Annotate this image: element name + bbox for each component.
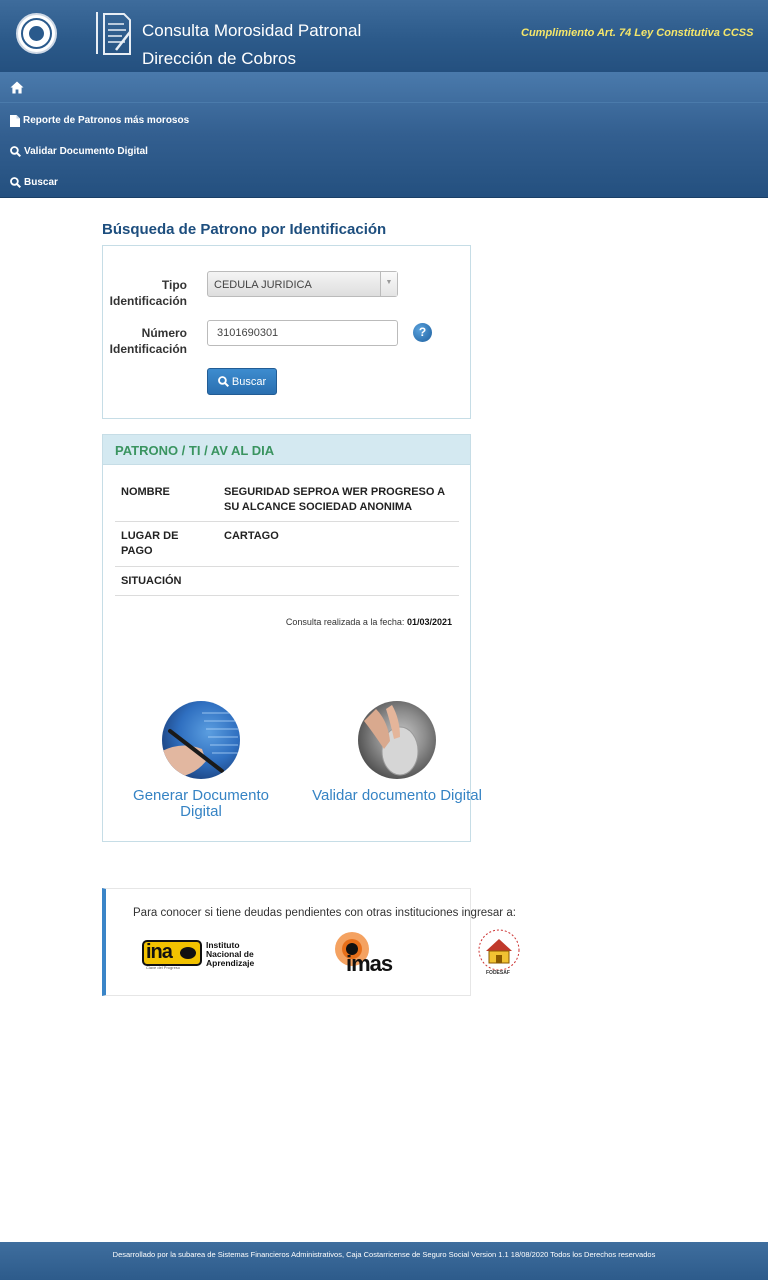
- result-value: CARTAGO: [224, 530, 279, 542]
- buscar-button-label: Buscar: [231, 375, 267, 388]
- ina-mark: ina: [146, 941, 173, 963]
- page-footer: Desarrollado por la subarea de Sistemas …: [0, 1242, 768, 1280]
- nav-item-validar[interactable]: Validar Documento Digital: [0, 136, 768, 167]
- nav-item-label: Validar Documento Digital: [24, 146, 148, 157]
- mouse-hand-icon: [364, 705, 419, 776]
- tipo-identificacion-label: Tipo Identificación: [109, 278, 187, 308]
- imas-mark: imas: [346, 951, 393, 976]
- buscar-button[interactable]: Buscar: [207, 368, 277, 395]
- ina-slogan: Clave del Progreso: [146, 965, 181, 970]
- fodesaf-logo[interactable]: FODESAF: [476, 929, 522, 979]
- search-icon: [217, 376, 229, 387]
- result-key: NOMBRE: [121, 486, 170, 498]
- result-header: PATRONO / TI / AV AL DIA: [103, 435, 470, 465]
- search-icon: [10, 146, 21, 157]
- main-nav: Reporte de Patronos más morosos Validar …: [0, 72, 768, 198]
- chevron-down-icon[interactable]: ▼: [380, 272, 397, 296]
- result-key: LUGAR DE PAGO: [121, 530, 179, 557]
- app-header: Consulta Morosidad Patronal Dirección de…: [0, 0, 768, 72]
- help-icon[interactable]: ?: [413, 323, 432, 342]
- numero-identificacion-input[interactable]: 3101690301: [207, 320, 398, 346]
- fodesaf-mark: FODESAF: [486, 970, 510, 976]
- tipo-identificacion-select[interactable]: CEDULA JURIDICA ▼: [207, 271, 398, 297]
- seal-core: [29, 26, 44, 41]
- header-tagline: Cumplimiento Art. 74 Ley Constitutiva CC…: [521, 27, 754, 39]
- fecha-value: 01/03/2021: [406, 617, 452, 627]
- document-logo-icon: [96, 12, 131, 55]
- search-icon: [10, 177, 21, 188]
- result-row-lugar-pago: LUGAR DE PAGO CARTAGO: [115, 522, 459, 567]
- app-title: Consulta Morosidad Patronal: [142, 21, 362, 40]
- result-value: SEGURIDAD SEPROA WER PROGRESO A SU ALCAN…: [224, 486, 445, 513]
- generar-documento-link[interactable]: Generar Documento Digital: [129, 788, 273, 820]
- result-key: SITUACIÓN: [121, 575, 182, 587]
- nav-item-buscar[interactable]: Buscar: [0, 167, 768, 198]
- page-title: Búsqueda de Patrono por Identificación: [102, 221, 387, 238]
- ina-logo[interactable]: ina Clave del Progreso Instituto Naciona…: [142, 939, 260, 971]
- footer-text: Desarrollado por la subarea de Sistemas …: [112, 1250, 656, 1259]
- nav-home[interactable]: [0, 72, 768, 103]
- numero-identificacion-label: Número Identificación: [109, 326, 187, 356]
- result-panel: PATRONO / TI / AV AL DIA NOMBRE SEGURIDA…: [102, 434, 482, 842]
- app-subtitle: Dirección de Cobros: [142, 49, 297, 68]
- result-row-situacion: SITUACIÓN: [115, 567, 459, 596]
- search-form: Tipo Identificación CEDULA JURIDICA ▼ Nú…: [102, 245, 471, 419]
- pen-on-screen-icon: [162, 712, 238, 779]
- imas-logo[interactable]: imas: [334, 931, 424, 977]
- file-icon: [10, 114, 20, 127]
- result-status-title: PATRONO / TI / AV AL DIA: [115, 443, 275, 458]
- ina-name: Instituto Nacional de Aprendizaje: [206, 940, 255, 968]
- generar-documento-image[interactable]: [162, 701, 240, 779]
- result-row-nombre: NOMBRE SEGURIDAD SEPROA WER PROGRESO A S…: [115, 477, 459, 522]
- validar-documento-link[interactable]: Validar documento Digital: [303, 788, 491, 804]
- nav-item-label: Buscar: [24, 177, 58, 188]
- select-value: CEDULA JURIDICA: [214, 279, 312, 291]
- nav-item-reporte[interactable]: Reporte de Patronos más morosos: [0, 105, 768, 136]
- consulta-fecha: Consulta realizada a la fecha: 01/03/202…: [285, 617, 452, 627]
- nav-item-label: Reporte de Patronos más morosos: [23, 115, 190, 126]
- otras-instituciones-text: Para conocer si tiene deudas pendientes …: [133, 907, 516, 919]
- otras-instituciones-panel: Para conocer si tiene deudas pendientes …: [102, 888, 520, 996]
- fodesaf-house-icon: [478, 929, 520, 971]
- validar-documento-image[interactable]: [358, 701, 436, 779]
- ccss-seal-logo[interactable]: [16, 13, 57, 54]
- home-icon[interactable]: [10, 81, 24, 94]
